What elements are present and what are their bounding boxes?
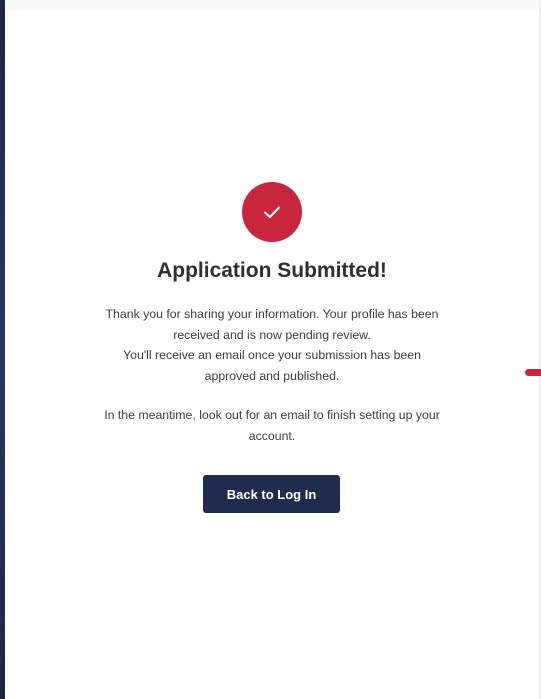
confirmation-card: Application Submitted! Thank you for sha… (5, 10, 539, 699)
success-check-badge (242, 182, 302, 242)
message-line: You'll receive an email once your submis… (123, 348, 421, 362)
confirmation-message: Thank you for sharing your information. … (65, 304, 479, 386)
page-title: Application Submitted! (157, 259, 387, 282)
application-submitted-page: Application Submitted! Thank you for sha… (0, 0, 541, 699)
message-line: approved and published. (204, 368, 340, 383)
message-line: received and is now pending review. (173, 327, 371, 342)
message-line: Thank you for sharing your information. … (105, 307, 439, 321)
check-icon (264, 206, 280, 218)
top-strip (5, 0, 541, 10)
message-line: account. (248, 428, 296, 443)
message-line: In the meantime, look out for an email t… (104, 408, 440, 422)
next-steps-message: In the meantime, look out for an email t… (65, 405, 479, 446)
back-to-login-button[interactable]: Back to Log In (203, 475, 340, 513)
